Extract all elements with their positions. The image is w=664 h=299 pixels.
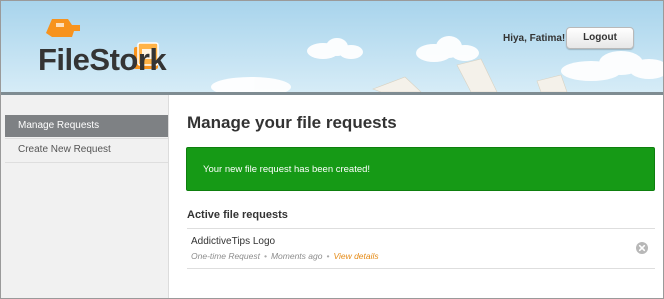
meta-separator: • [263, 251, 267, 261]
request-type: One-time Request [191, 251, 260, 261]
request-time: Moments ago [270, 251, 323, 261]
request-meta: One-time Request • Moments ago • View detail… [191, 251, 379, 261]
header: FileStork Hiya, Fatima! Logout [1, 1, 663, 92]
logout-button[interactable]: Logout [566, 27, 634, 49]
sidebar: Manage Requests Create New Request [1, 95, 169, 298]
sidebar-divider [5, 162, 168, 163]
meta-separator: • [326, 251, 330, 261]
view-details-link[interactable]: View details [333, 251, 378, 261]
request-divider [187, 268, 655, 269]
filestork-logo[interactable]: FileStork [38, 15, 208, 79]
section-title: Active file requests [187, 209, 288, 221]
remove-icon[interactable] [636, 242, 648, 254]
success-alert: Your new file request has been created! [186, 147, 655, 191]
app-window: FileStork Hiya, Fatima! Logout Manage Re… [0, 0, 664, 299]
user-greeting: Hiya, Fatima! [503, 33, 566, 44]
sidebar-item-manage-requests[interactable]: Manage Requests [5, 115, 168, 137]
success-alert-text: Your new file request has been created! [203, 164, 371, 175]
request-name: AddictiveTips Logo [191, 236, 276, 247]
page-title: Manage your file requests [187, 113, 397, 132]
logo-text: FileStork [38, 42, 167, 77]
sidebar-item-create-new-request[interactable]: Create New Request [5, 139, 168, 161]
section-divider [187, 228, 655, 229]
